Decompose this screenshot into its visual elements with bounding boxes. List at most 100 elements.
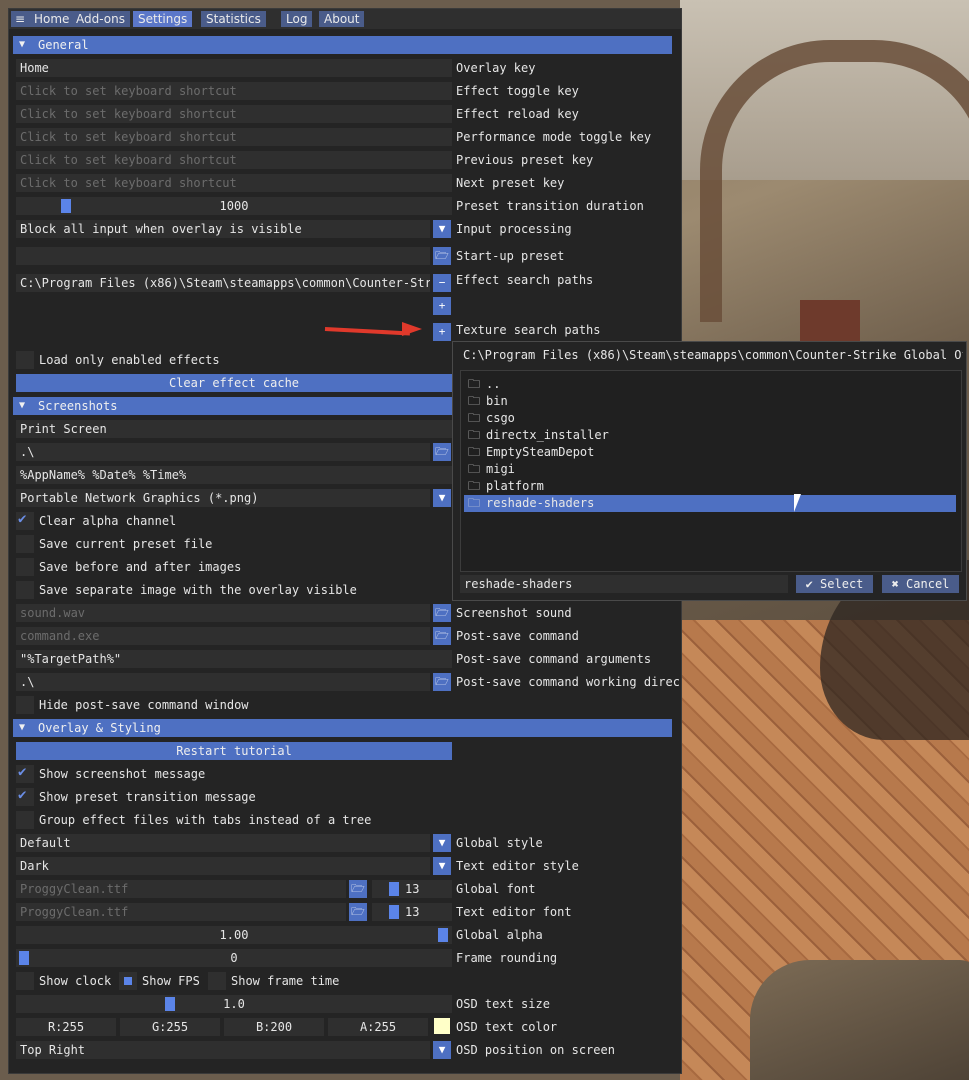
global-alpha-slider[interactable]: 1.00 [16,926,452,944]
slider-value: 13 [405,905,420,919]
tab-log[interactable]: Log [281,11,313,27]
osd-color-r[interactable]: R:255 [16,1018,116,1036]
post-save-command-field[interactable]: command.exe [16,627,430,645]
chevron-down-icon[interactable]: ▼ [433,1041,451,1059]
slider-grab[interactable] [389,882,399,896]
osd-position-combo[interactable]: Top Right [16,1041,430,1059]
overlay-styling-header[interactable]: ▼ Overlay & Styling [13,719,672,737]
folder-icon[interactable]: 🗁 [349,880,367,898]
tab-statistics[interactable]: Statistics [201,11,266,27]
chevron-down-icon[interactable]: ▼ [433,834,451,852]
post-save-args-label: Post-save command arguments [456,652,652,666]
show-frame-time-checkbox[interactable] [208,972,226,990]
post-save-dir-field[interactable]: .\ [16,673,430,691]
osd-color-swatch[interactable] [434,1018,450,1034]
screenshot-path-field[interactable]: .\ [16,443,430,461]
slider-grab[interactable] [61,199,71,213]
overlay-key-field[interactable]: Home [16,59,452,77]
folder-icon[interactable]: 🗁 [433,673,451,691]
separate-image-checkbox[interactable] [16,581,34,599]
folder-icon[interactable]: 🗁 [349,903,367,921]
list-item[interactable]: 🗀 platform [464,478,956,495]
chevron-down-icon[interactable]: ▼ [433,857,451,875]
chevron-down-icon[interactable]: ▼ [433,489,451,507]
list-item[interactable]: 🗀 bin [464,393,956,410]
chevron-down-icon[interactable]: ▼ [433,220,451,238]
hide-window-checkbox[interactable] [16,696,34,714]
tab-addons[interactable]: Add-ons [71,11,130,27]
load-only-enabled-checkbox[interactable] [16,351,34,369]
before-after-checkbox[interactable] [16,558,34,576]
list-item[interactable]: 🗀 csgo [464,410,956,427]
global-font-size-slider[interactable]: 13 [372,880,452,898]
show-fps-checkbox[interactable] [119,972,137,990]
general-header[interactable]: ▼ General [13,36,672,54]
startup-preset-field[interactable] [16,247,430,265]
add-texture-path-plus-icon[interactable]: + [433,323,451,341]
osd-color-a[interactable]: A:255 [328,1018,428,1036]
tab-settings[interactable]: Settings [133,11,193,27]
show-screenshot-msg-checkbox[interactable]: ✔ [16,764,34,783]
folder-icon: 🗀 [468,462,481,476]
filename-input[interactable]: reshade-shaders [460,575,788,593]
save-preset-checkbox[interactable] [16,535,34,553]
screenshot-sound-label: Screenshot sound [456,606,572,620]
editor-font-label: Text editor font [456,905,572,919]
clear-cache-button[interactable]: Clear effect cache [16,374,452,392]
osd-color-b[interactable]: B:200 [224,1018,324,1036]
screenshot-format-combo[interactable]: Portable Network Graphics (*.png) [16,489,430,507]
slider-grab[interactable] [438,928,448,942]
window-menu-icon[interactable]: ≡ [11,11,30,27]
show-clock-checkbox[interactable] [16,972,34,990]
screenshot-name-field[interactable]: %AppName% %Date% %Time% [16,466,452,484]
post-save-command-label: Post-save command [456,629,579,643]
screenshot-sound-field[interactable]: sound.wav [16,604,430,622]
global-style-combo[interactable]: Default [16,834,430,852]
post-save-args-field[interactable]: "%TargetPath%" [16,650,452,668]
editor-font-size-slider[interactable]: 13 [372,903,452,921]
folder-icon[interactable]: 🗁 [433,627,451,645]
transition-duration-label: Preset transition duration [456,199,644,213]
slider-grab[interactable] [389,905,399,919]
restart-tutorial-button[interactable]: Restart tutorial [16,742,452,760]
osd-size-slider[interactable]: 1.0 [16,995,452,1013]
list-item[interactable]: 🗀 EmptySteamDepot [464,444,956,461]
group-tabs-checkbox[interactable] [16,811,34,829]
perf-toggle-key-field[interactable]: Click to set keyboard shortcut [16,128,452,146]
effect-toggle-key-field[interactable]: Click to set keyboard shortcut [16,82,452,100]
tab-about[interactable]: About [319,11,365,27]
clear-alpha-checkbox[interactable]: ✔ [16,511,34,530]
slider-grab[interactable] [165,997,175,1011]
screenshot-key-field[interactable]: Print Screen [16,420,452,438]
slider-value: 0 [230,951,238,965]
menu-bar: ≡ Home Add-ons Settings Statistics Log A… [9,9,681,29]
prev-preset-key-label: Previous preset key [456,153,594,167]
folder-icon[interactable]: 🗁 [433,443,451,461]
startup-preset-label: Start-up preset [456,249,565,263]
effect-reload-key-field[interactable]: Click to set keyboard shortcut [16,105,452,123]
editor-font-field[interactable]: ProggyClean.ttf [16,903,346,921]
next-preset-key-field[interactable]: Click to set keyboard shortcut [16,174,452,192]
list-item[interactable]: 🗀 migi [464,461,956,478]
tab-home[interactable]: Home [29,11,75,27]
effect-search-path-field[interactable]: C:\Program Files (x86)\Steam\steamapps\c… [16,274,430,292]
list-item[interactable]: 🗀.. [464,376,956,393]
global-font-field[interactable]: ProggyClean.ttf [16,880,346,898]
folder-icon[interactable]: 🗁 [433,604,451,622]
select-button[interactable]: ✔ Select [796,575,873,593]
prev-preset-key-field[interactable]: Click to set keyboard shortcut [16,151,452,169]
slider-grab[interactable] [19,951,29,965]
folder-icon[interactable]: 🗁 [433,247,451,265]
frame-rounding-slider[interactable]: 0 [16,949,452,967]
editor-style-combo[interactable]: Dark [16,857,430,875]
show-transition-msg-checkbox[interactable]: ✔ [16,787,34,806]
list-item-selected[interactable]: 🗀 reshade-shaders [464,495,956,512]
input-processing-combo[interactable]: Block all input when overlay is visible [16,220,430,238]
list-item[interactable]: 🗀 directx_installer [464,427,956,444]
transition-duration-slider[interactable]: 1000 [16,197,452,215]
cancel-button[interactable]: ✖ Cancel [882,575,959,593]
minus-icon[interactable]: − [433,274,451,292]
plus-icon[interactable]: + [433,297,451,315]
osd-color-g[interactable]: G:255 [120,1018,220,1036]
slider-value: 1.0 [223,997,245,1011]
